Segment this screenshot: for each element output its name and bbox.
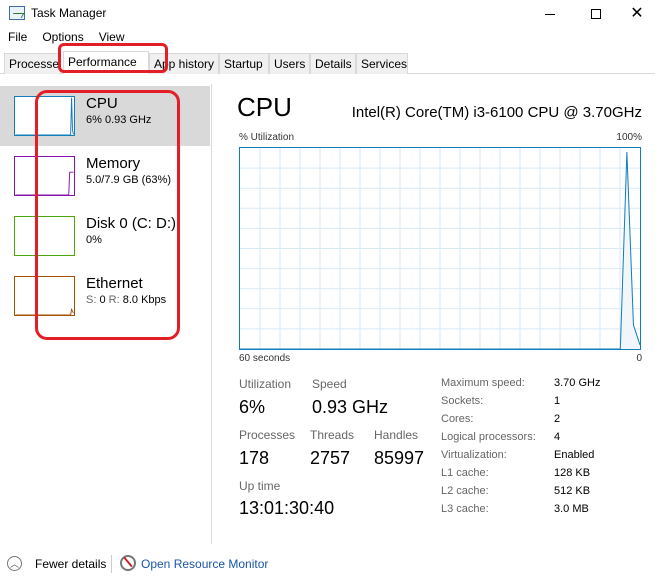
- task-manager-icon: [9, 6, 25, 20]
- tab-label: App history: [154, 57, 215, 71]
- sidebar-item-subtitle: S: 0 R: 8.0 Kbps: [86, 294, 166, 306]
- receive-label: R:: [108, 294, 120, 306]
- fewer-details-link[interactable]: Fewer details: [35, 557, 106, 571]
- tab-startup[interactable]: Startup: [219, 53, 269, 74]
- minimize-button[interactable]: [527, 0, 573, 28]
- disk-thumbnail-graph: [14, 216, 75, 256]
- sidebar-item-subtitle: 5.0/7.9 GB (63%): [86, 174, 171, 186]
- send-value: 0: [99, 294, 106, 306]
- menu-view[interactable]: View: [99, 30, 129, 46]
- l3-cache-value: 3.0 MB: [554, 503, 589, 515]
- receive-value: 8.0 Kbps: [122, 294, 167, 306]
- tab-bar: Processes Performance App history Startu…: [0, 51, 655, 74]
- tab-label: Details: [315, 57, 352, 71]
- menu-bar: File Options View: [0, 30, 655, 46]
- l3-cache-label: L3 cache:: [441, 503, 489, 515]
- l2-cache-value: 512 KB: [554, 485, 591, 497]
- handles-label: Handles: [374, 428, 419, 442]
- tab-users[interactable]: Users: [269, 53, 310, 74]
- utilization-label: Utilization: [239, 377, 292, 391]
- tab-label: Startup: [224, 57, 263, 71]
- speed-value: 0.93 GHz: [312, 397, 389, 417]
- sidebar-item-title: Disk 0 (C: D:): [86, 215, 176, 232]
- menu-file[interactable]: File: [8, 30, 31, 46]
- sidebar-item-subtitle: 6% 0.93 GHz: [86, 114, 152, 126]
- cores-value: 2: [554, 413, 561, 425]
- virtualization-label: Virtualization:: [441, 449, 507, 461]
- tab-processes[interactable]: Processes: [4, 53, 61, 74]
- send-label: S:: [86, 294, 97, 306]
- sidebar-item-title: Memory: [86, 155, 141, 172]
- window-title: Task Manager: [31, 6, 107, 20]
- title-bar: Task Manager ✕: [0, 0, 655, 28]
- sidebar-item-cpu[interactable]: CPU 6% 0.93 GHz: [0, 86, 210, 146]
- threads-label: Threads: [310, 428, 355, 442]
- resource-monitor-icon[interactable]: [120, 555, 136, 571]
- l1-cache-label: L1 cache:: [441, 467, 489, 479]
- cpu-detail-panel: CPU Intel(R) Core(TM) i3-6100 CPU @ 3.70…: [213, 84, 655, 544]
- graph-x-left-label: 60 seconds: [239, 353, 291, 364]
- graph-y-max-label: 100%: [616, 132, 642, 143]
- virtualization-value: Enabled: [554, 449, 595, 461]
- speed-label: Speed: [312, 377, 347, 391]
- tab-services[interactable]: Services: [356, 53, 408, 74]
- tab-label: Performance: [68, 55, 137, 69]
- minimize-icon: [545, 13, 555, 15]
- maximize-icon: [591, 9, 601, 19]
- sidebar-item-ethernet[interactable]: Ethernet S: 0 R: 8.0 Kbps: [0, 266, 210, 326]
- footer: ︿ Fewer details Open Resource Monitor: [0, 550, 655, 581]
- sidebar-item-title: CPU: [86, 95, 118, 112]
- tab-label: Processes: [9, 57, 61, 71]
- sockets-value: 1: [554, 395, 561, 407]
- page-title: CPU: [237, 92, 292, 122]
- processes-value: 178: [239, 448, 270, 468]
- processes-label: Processes: [239, 428, 296, 442]
- resource-sidebar: CPU 6% 0.93 GHz Memory 5.0/7.9 GB (63%) …: [0, 84, 212, 544]
- close-button[interactable]: ✕: [619, 0, 655, 28]
- maximize-button[interactable]: [573, 0, 619, 28]
- tab-label: Users: [274, 57, 306, 71]
- max-speed-value: 3.70 GHz: [554, 377, 601, 389]
- cores-label: Cores:: [441, 413, 474, 425]
- tab-app-history[interactable]: App history: [149, 53, 219, 74]
- open-resource-monitor-link[interactable]: Open Resource Monitor: [141, 557, 268, 571]
- utilization-value: 6%: [239, 397, 266, 417]
- threads-value: 2757: [310, 448, 351, 468]
- uptime-label: Up time: [239, 479, 281, 493]
- menu-options[interactable]: Options: [42, 30, 87, 46]
- tab-label: Services: [361, 57, 408, 71]
- sidebar-item-disk[interactable]: Disk 0 (C: D:) 0%: [0, 206, 210, 266]
- close-icon: ✕: [630, 5, 644, 22]
- l2-cache-label: L2 cache:: [441, 485, 489, 497]
- sidebar-item-subtitle: 0%: [86, 234, 102, 246]
- memory-thumbnail-graph: [14, 156, 75, 196]
- tab-details[interactable]: Details: [310, 53, 356, 74]
- tab-performance[interactable]: Performance: [63, 51, 149, 74]
- chevron-up-icon[interactable]: ︿: [7, 556, 22, 571]
- graph-y-label: % Utilization: [239, 132, 295, 143]
- sockets-label: Sockets:: [441, 395, 484, 407]
- uptime-value: 13:01:30:40: [239, 498, 335, 518]
- cpu-thumbnail-graph: [14, 96, 75, 136]
- logical-processors-value: 4: [554, 431, 561, 443]
- cpu-utilization-graph: [239, 147, 641, 350]
- cpu-model-name: Intel(R) Core(TM) i3-6100 CPU @ 3.70GHz: [351, 104, 642, 121]
- max-speed-label: Maximum speed:: [441, 377, 525, 389]
- ethernet-thumbnail-graph: [14, 276, 75, 316]
- footer-divider: [111, 555, 112, 573]
- sidebar-item-memory[interactable]: Memory 5.0/7.9 GB (63%): [0, 146, 210, 206]
- thumbnail-line: [15, 97, 74, 135]
- sidebar-item-title: Ethernet: [86, 275, 143, 292]
- logical-processors-label: Logical processors:: [441, 431, 536, 443]
- l1-cache-value: 128 KB: [554, 467, 591, 479]
- graph-x-right-label: 0: [636, 353, 642, 364]
- handles-value: 85997: [374, 448, 425, 468]
